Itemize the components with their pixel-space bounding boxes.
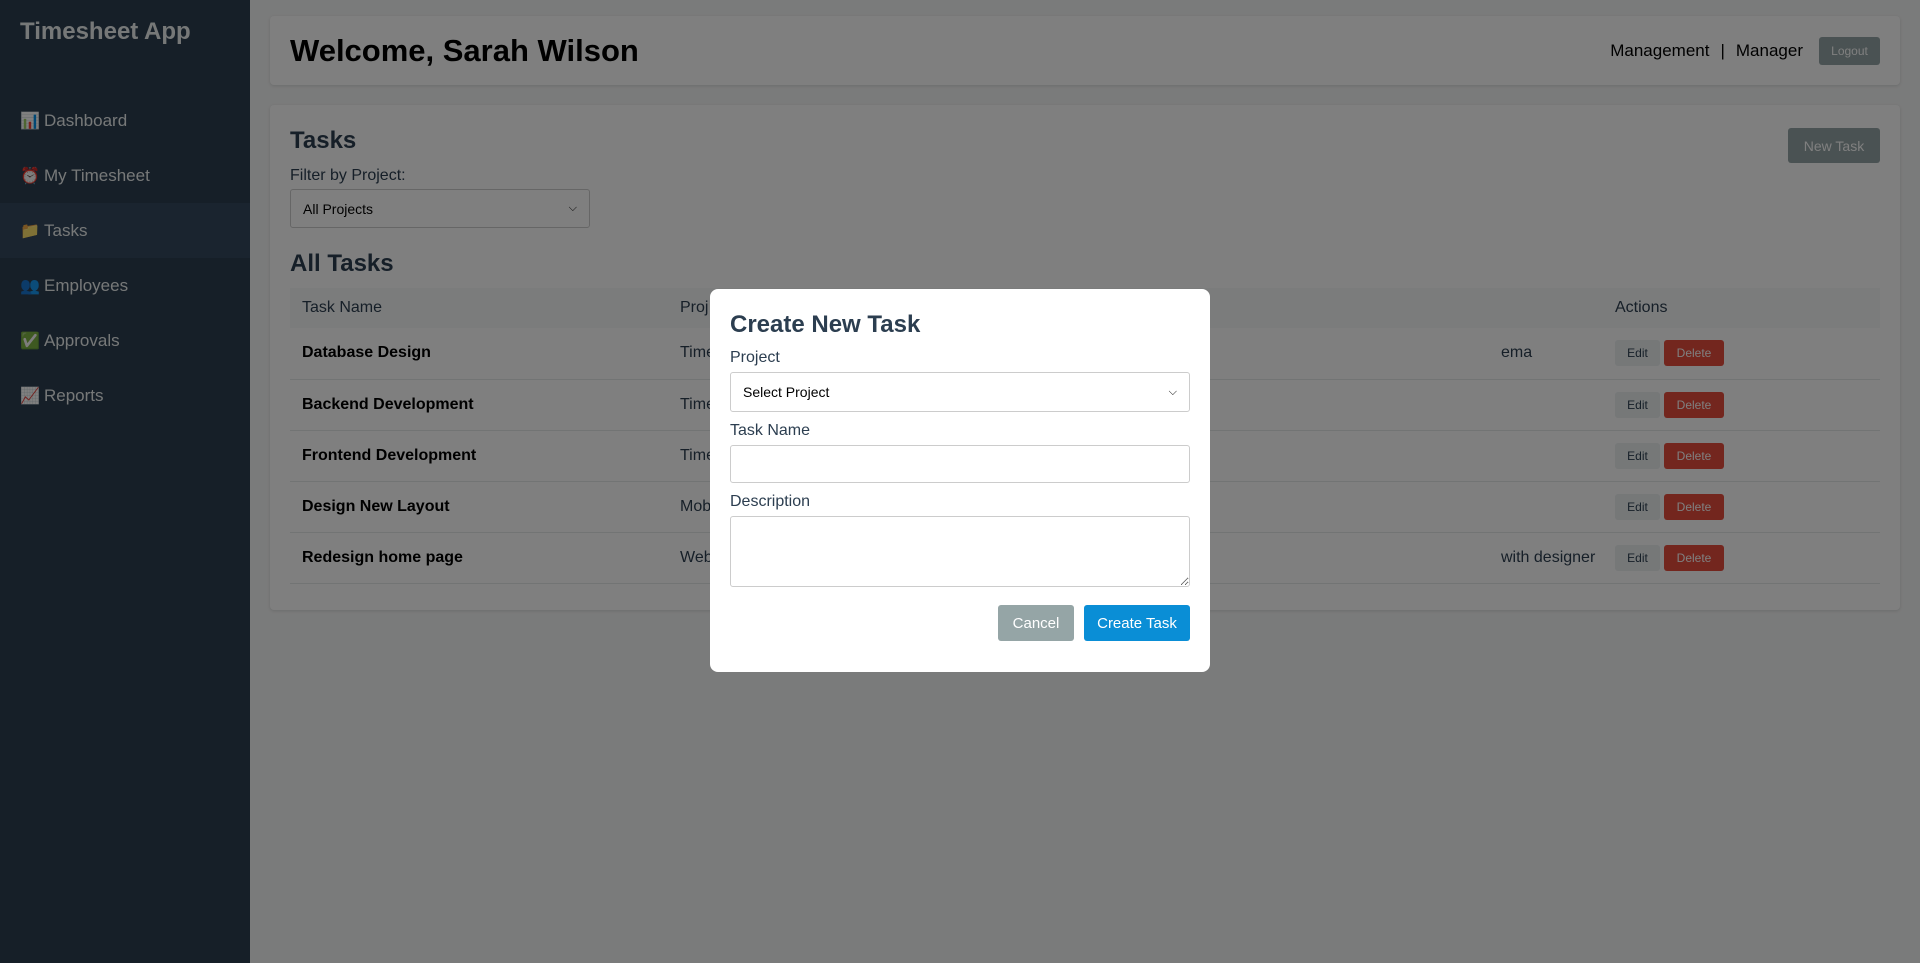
chevron-down-icon: ⌵ [1168,385,1177,398]
project-select-value: Select Project [743,384,830,400]
modal-actions: Cancel Create Task [730,605,1190,641]
create-task-button[interactable]: Create Task [1084,605,1190,641]
create-task-modal: Create New Task Project Select Project ⌵… [710,289,1210,672]
task-name-label: Task Name [730,422,811,439]
description-textarea[interactable] [730,516,1190,587]
project-label: Project [730,349,780,366]
modal-title: Create New Task [730,311,921,338]
task-name-input[interactable] [730,445,1190,483]
project-select[interactable]: Select Project ⌵ [730,372,1190,412]
cancel-button[interactable]: Cancel [998,605,1074,641]
description-label: Description [730,493,811,510]
